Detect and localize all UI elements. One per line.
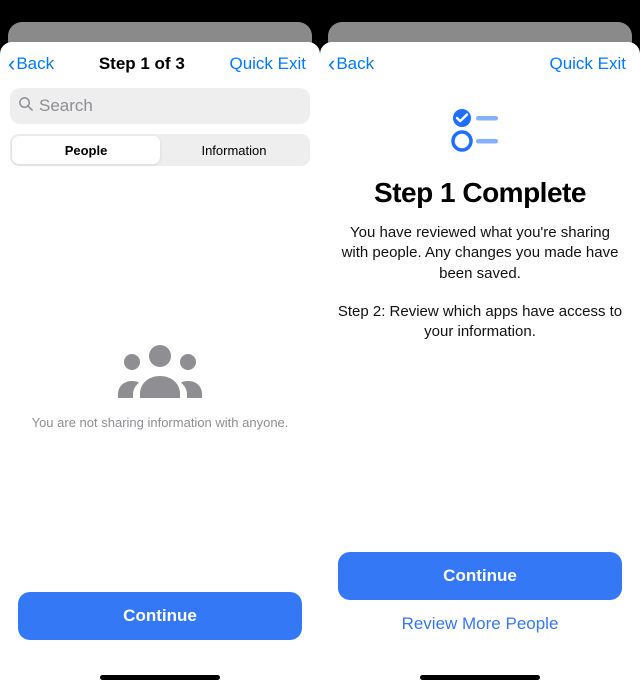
- continue-button[interactable]: Continue: [338, 552, 622, 600]
- nav-bar: ‹ Back Quick Exit: [320, 42, 640, 86]
- nav-bar: ‹ Back Step 1 of 3 Quick Exit: [0, 42, 320, 86]
- modal-sheet: ‹ Back Quick Exit Step 1 Complete: [320, 42, 640, 686]
- search-input[interactable]: Search: [10, 88, 310, 124]
- back-label: Back: [16, 54, 54, 74]
- people-icon: [112, 342, 208, 403]
- segment-information[interactable]: Information: [160, 136, 308, 164]
- chevron-left-icon: ‹: [8, 53, 15, 75]
- back-button[interactable]: ‹ Back: [328, 53, 374, 75]
- search-icon: [18, 96, 33, 116]
- quick-exit-button[interactable]: Quick Exit: [229, 54, 312, 74]
- screen-step1: ‹ Back Step 1 of 3 Quick Exit Search Peo…: [0, 0, 320, 686]
- screen-step1-complete: ‹ Back Quick Exit Step 1 Complete: [320, 0, 640, 686]
- completion-title: Step 1 Complete: [336, 177, 624, 209]
- checklist-icon: [450, 106, 510, 159]
- page-title: Step 1 of 3: [99, 54, 185, 74]
- empty-state: You are not sharing information with any…: [0, 342, 320, 430]
- back-button[interactable]: ‹ Back: [8, 53, 54, 75]
- empty-message: You are not sharing information with any…: [32, 415, 289, 430]
- continue-button[interactable]: Continue: [18, 592, 302, 640]
- back-label: Back: [336, 54, 374, 74]
- modal-sheet: ‹ Back Step 1 of 3 Quick Exit Search Peo…: [0, 42, 320, 686]
- completion-body: You have reviewed what you're sharing wi…: [336, 223, 624, 284]
- quick-exit-button[interactable]: Quick Exit: [549, 54, 632, 74]
- review-more-people-button[interactable]: Review More People: [338, 604, 622, 644]
- next-step-body: Step 2: Review which apps have access to…: [336, 302, 624, 343]
- search-placeholder: Search: [39, 96, 93, 116]
- segmented-control[interactable]: People Information: [10, 134, 310, 166]
- completion-content: Step 1 Complete You have reviewed what y…: [336, 106, 624, 342]
- home-indicator[interactable]: [100, 675, 220, 680]
- segment-people[interactable]: People: [12, 136, 160, 164]
- chevron-left-icon: ‹: [328, 53, 335, 75]
- home-indicator[interactable]: [420, 675, 540, 680]
